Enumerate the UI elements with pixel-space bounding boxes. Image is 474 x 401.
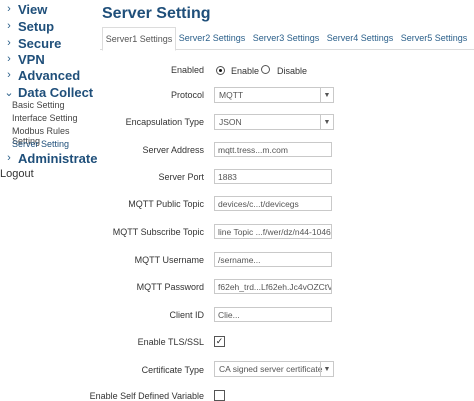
chevron-right-icon: › — [7, 69, 11, 81]
self-defined-label: Enable Self Defined Variable — [89, 391, 204, 401]
password-input[interactable]: f62eh_trd...Lf62eh.Jc4vOZCtVvt — [214, 279, 332, 294]
check-icon: ✓ — [215, 336, 224, 346]
username-input[interactable]: /sername... — [214, 252, 332, 267]
client-id-label: Client ID — [169, 310, 204, 320]
disable-radio-label: Disable — [277, 66, 308, 76]
protocol-label: Protocol — [170, 90, 204, 100]
nav-server-setting[interactable]: Server Setting — [12, 139, 69, 149]
encapsulation-select[interactable]: JSON ▼ — [214, 114, 334, 130]
chevron-right-icon: › — [7, 152, 11, 164]
nav-label: Data Collect — [18, 84, 94, 100]
logout-link[interactable]: Logout — [0, 168, 34, 180]
tab-bar: Server1 Settings Server2 Settings Server… — [100, 27, 474, 51]
encapsulation-value: JSON — [219, 117, 242, 127]
server-address-input[interactable]: mqtt.tress...m.com — [214, 142, 332, 157]
sidebar: › View › Setup › Secure › VPN › Advanced… — [0, 0, 97, 401]
nav-label: Advanced — [18, 67, 81, 83]
chevron-down-icon: ⌄ — [4, 86, 14, 99]
tls-checkbox[interactable]: ✓ — [214, 336, 225, 347]
nav-setup[interactable]: › Setup — [2, 18, 54, 34]
nav-basic-setting[interactable]: Basic Setting — [12, 100, 65, 110]
tab-server4[interactable]: Server4 Settings — [324, 27, 396, 49]
chevron-right-icon: › — [7, 37, 11, 49]
enable-radio-label: Enable — [231, 66, 260, 76]
encapsulation-label: Encapsulation Type — [125, 117, 204, 127]
client-id-input[interactable]: Clie... — [214, 307, 332, 322]
certificate-type-value: CA signed server certificate — [219, 364, 323, 374]
nav-data-collect[interactable]: ⌄ Data Collect — [2, 84, 93, 100]
nav-interface-setting[interactable]: Interface Setting — [12, 113, 78, 123]
username-label: MQTT Username — [134, 255, 204, 265]
server-port-label: Server Port — [158, 172, 204, 182]
chevron-right-icon: › — [7, 3, 11, 15]
server-address-label: Server Address — [142, 145, 204, 155]
nav-label: Secure — [18, 35, 62, 51]
chevron-down-icon: ▼ — [320, 115, 333, 129]
self-defined-checkbox[interactable] — [214, 390, 225, 401]
chevron-right-icon: › — [7, 53, 11, 65]
subscribe-topic-input[interactable]: line Topic ...f/wer/dz/n44-1046/ — [214, 224, 332, 239]
certificate-type-label: Certificate Type — [141, 365, 204, 375]
protocol-value: MQTT — [219, 90, 244, 100]
nav-label: Administrate — [18, 150, 98, 166]
nav-label: VPN — [18, 51, 45, 67]
nav-vpn[interactable]: › VPN — [2, 51, 45, 67]
enabled-label: Enabled — [170, 65, 204, 75]
tab-server1[interactable]: Server1 Settings — [102, 27, 176, 51]
nav-secure[interactable]: › Secure — [2, 35, 61, 51]
chevron-down-icon: ▼ — [320, 362, 333, 376]
tls-label: Enable TLS/SSL — [137, 337, 204, 347]
nav-advanced[interactable]: › Advanced — [2, 67, 80, 83]
nav-label: View — [18, 1, 48, 17]
protocol-select[interactable]: MQTT ▼ — [214, 87, 334, 103]
public-topic-label: MQTT Public Topic — [128, 199, 204, 209]
nav-view[interactable]: › View — [2, 1, 47, 17]
page-title: Server Setting — [102, 5, 211, 22]
disable-radio[interactable] — [261, 65, 270, 74]
subscribe-topic-label: MQTT Subscribe Topic — [112, 227, 204, 237]
chevron-right-icon: › — [7, 20, 11, 32]
nav-label: Setup — [18, 18, 55, 34]
tab-server3[interactable]: Server3 Settings — [250, 27, 322, 49]
password-label: MQTT Password — [136, 282, 204, 292]
nav-administrate[interactable]: › Administrate — [2, 150, 97, 166]
public-topic-input[interactable]: devices/c...t/devicegs — [214, 196, 332, 211]
chevron-down-icon: ▼ — [320, 88, 333, 102]
enable-radio[interactable] — [216, 66, 225, 75]
tab-server5[interactable]: Server5 Settings — [398, 27, 470, 49]
server-port-input[interactable]: 1883 — [214, 169, 332, 184]
certificate-type-select[interactable]: CA signed server certificate ▼ — [214, 361, 334, 377]
tab-server2[interactable]: Server2 Settings — [176, 27, 248, 49]
